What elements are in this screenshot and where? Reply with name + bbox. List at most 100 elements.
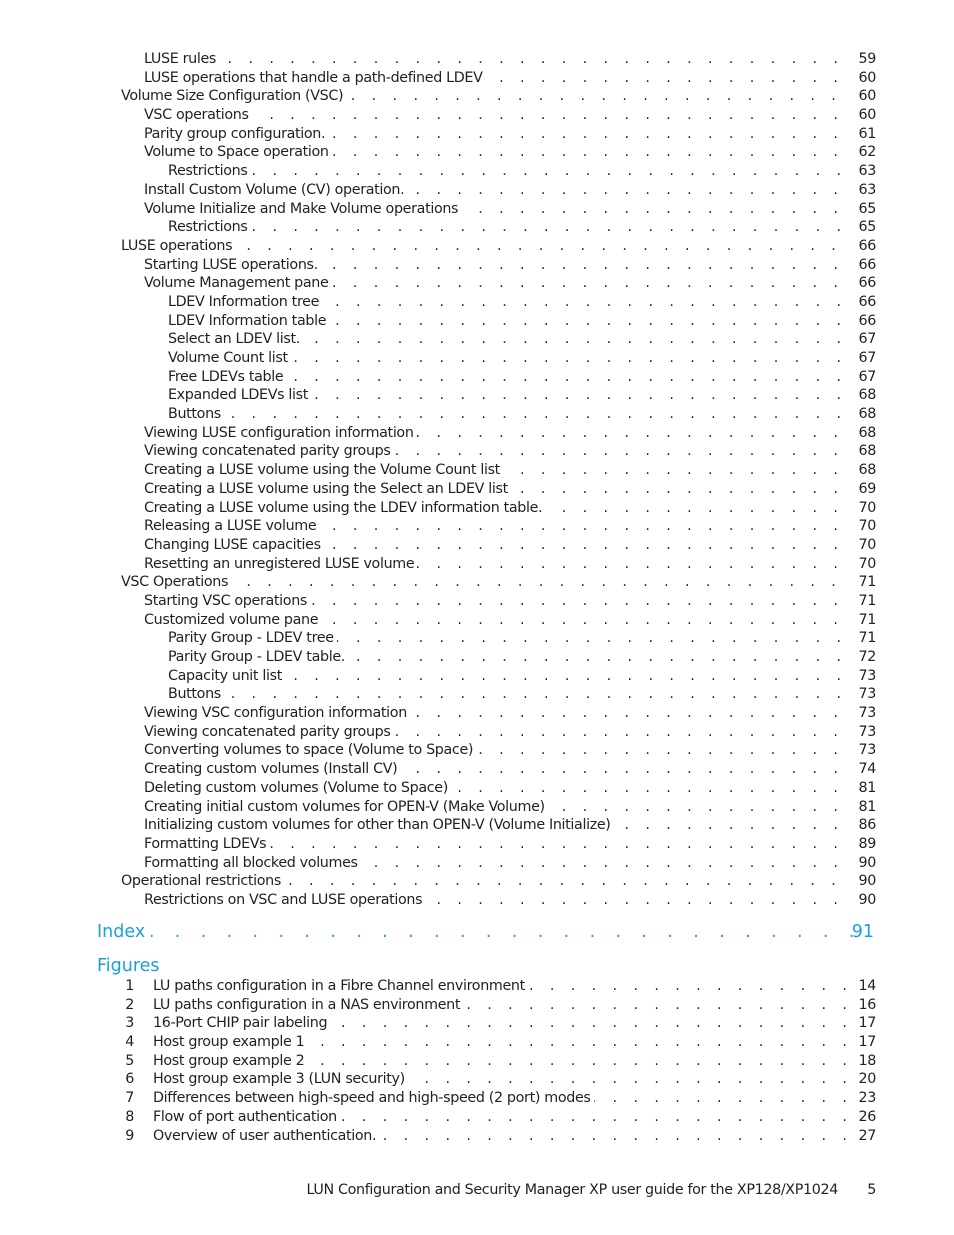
toc-entry-leader: Parity group configuration.. . . . . . .… bbox=[144, 124, 847, 144]
toc-entry-title: Parity Group - LDEV tree bbox=[168, 629, 337, 649]
toc-entry[interactable]: Restrictions. . . . . . . . . . . . . . … bbox=[0, 218, 954, 237]
toc-entry-page-number: 63 bbox=[858, 181, 877, 198]
figure-page-number: 16 bbox=[858, 996, 877, 1013]
toc-entry-leader: Viewing LUSE configuration information. … bbox=[144, 423, 847, 443]
toc-entry-title: Restrictions bbox=[168, 218, 251, 237]
toc-entry[interactable]: Restrictions on VSC and LUSE operations.… bbox=[0, 890, 954, 910]
toc-entry[interactable]: Viewing concatenated parity groups. . . … bbox=[0, 722, 954, 742]
toc-entry[interactable]: LUSE operations that handle a path-defin… bbox=[0, 68, 954, 88]
toc-entry[interactable]: Volume Initialize and Make Volume operat… bbox=[0, 199, 954, 219]
toc-entry[interactable]: LDEV Information tree. . . . . . . . . .… bbox=[0, 292, 954, 312]
toc-entry-page-number: 66 bbox=[858, 256, 877, 273]
toc-entry-title: Volume Count list bbox=[168, 349, 291, 368]
toc-entry[interactable]: Deleting custom volumes (Volume to Space… bbox=[0, 778, 954, 798]
figure-title: Host group example 3 (LUN security) bbox=[153, 1070, 408, 1090]
figures-list: 1 LU paths configuration in a Fibre Chann… bbox=[0, 977, 954, 1146]
toc-entry[interactable]: Volume Count list. . . . . . . . . . . .… bbox=[0, 349, 954, 368]
figure-entry[interactable]: 6 Host group example 3 (LUN security). . … bbox=[0, 1070, 954, 1090]
toc-entry-leader: Converting volumes to space (Volume to S… bbox=[144, 741, 847, 761]
toc-entry[interactable]: LUSE rules. . . . . . . . . . . . . . . … bbox=[0, 50, 954, 69]
toc-entry[interactable]: Restrictions. . . . . . . . . . . . . . … bbox=[0, 162, 954, 181]
toc-entry-leader: Deleting custom volumes (Volume to Space… bbox=[144, 778, 847, 798]
toc-entry[interactable]: Buttons. . . . . . . . . . . . . . . . .… bbox=[0, 685, 954, 705]
toc-entry-page-number: 90 bbox=[858, 891, 877, 908]
figure-entry[interactable]: 8 Flow of port authentication. . . . . . … bbox=[0, 1107, 954, 1127]
toc-entry-page-number: 70 bbox=[858, 499, 877, 516]
figure-entry[interactable]: 5 Host group example 2. . . . . . . . . .… bbox=[0, 1051, 954, 1071]
toc-entry[interactable]: Formatting LDEVs. . . . . . . . . . . . … bbox=[0, 834, 954, 854]
toc-entry-page-number: 69 bbox=[858, 480, 877, 497]
figure-entry[interactable]: 2 LU paths configuration in a NAS environ… bbox=[0, 995, 954, 1015]
figure-number: 2 bbox=[125, 996, 134, 1013]
figure-number: 8 bbox=[125, 1108, 134, 1125]
toc-entry[interactable]: Creating a LUSE volume using the Volume … bbox=[0, 461, 954, 480]
figure-entry[interactable]: 3 16-Port CHIP pair labeling. . . . . . .… bbox=[0, 1014, 954, 1034]
dot-leader: . . . . . . . . . . . . . . . . . . . . … bbox=[144, 51, 847, 67]
toc-entry-page-number: 90 bbox=[858, 873, 877, 890]
toc-entry-page-number: 71 bbox=[858, 611, 877, 628]
toc-entry[interactable]: LUSE operations. . . . . . . . . . . . .… bbox=[0, 236, 954, 256]
toc-entry[interactable]: Changing LUSE capacities. . . . . . . . … bbox=[0, 535, 954, 555]
figure-entry[interactable]: 9 Overview of user authentication.. . . .… bbox=[0, 1126, 954, 1146]
toc-entry[interactable]: Customized volume pane. . . . . . . . . … bbox=[0, 610, 954, 630]
toc-entry[interactable]: Operational restrictions. . . . . . . . … bbox=[0, 872, 954, 891]
toc-entry[interactable]: Converting volumes to space (Volume to S… bbox=[0, 741, 954, 761]
toc-entry[interactable]: Expanded LDEVs list. . . . . . . . . . .… bbox=[0, 386, 954, 406]
toc-entry-leader: Formatting all blocked volumes. . . . . … bbox=[144, 853, 847, 873]
toc-entry[interactable]: Initializing custom volumes for other th… bbox=[0, 816, 954, 835]
toc-entry[interactable]: VSC operations. . . . . . . . . . . . . … bbox=[0, 106, 954, 125]
toc-entry-title: Initializing custom volumes for other th… bbox=[144, 816, 614, 835]
toc-entry[interactable]: Select an LDEV list.. . . . . . . . . . … bbox=[0, 330, 954, 350]
toc-entry[interactable]: Starting LUSE operations.. . . . . . . .… bbox=[0, 255, 954, 275]
figure-page-number: 26 bbox=[858, 1108, 877, 1125]
toc-entry-title: Starting VSC operations bbox=[144, 591, 311, 611]
toc-entry[interactable]: Parity Group - LDEV tree. . . . . . . . … bbox=[0, 629, 954, 649]
toc-entry[interactable]: Creating custom volumes (Install CV). . … bbox=[0, 760, 954, 779]
figure-title: LU paths configuration in a NAS environm… bbox=[153, 995, 464, 1015]
toc-entry[interactable]: Parity Group - LDEV table.. . . . . . . … bbox=[0, 648, 954, 667]
toc-entry[interactable]: Parity group configuration.. . . . . . .… bbox=[0, 124, 954, 144]
toc-entry-title: Restrictions on VSC and LUSE operations bbox=[144, 890, 426, 910]
toc-entry-leader: Viewing VSC configuration information. .… bbox=[144, 704, 847, 723]
figure-entry[interactable]: 7 Differences between high-speed and high… bbox=[0, 1089, 954, 1108]
toc-entry-leader: LUSE rules. . . . . . . . . . . . . . . … bbox=[144, 50, 847, 69]
toc-entry[interactable]: Creating a LUSE volume using the LDEV in… bbox=[0, 498, 954, 518]
toc-entry[interactable]: Capacity unit list. . . . . . . . . . . … bbox=[0, 666, 954, 686]
figure-entry[interactable]: 4 Host group example 1. . . . . . . . . .… bbox=[0, 1033, 954, 1052]
toc-entry-title: Customized volume pane bbox=[144, 610, 322, 630]
figure-entry[interactable]: 1 LU paths configuration in a Fibre Chann… bbox=[0, 977, 954, 996]
toc-entry[interactable]: VSC Operations. . . . . . . . . . . . . … bbox=[0, 573, 954, 592]
toc-entry-page-number: 66 bbox=[858, 275, 877, 292]
toc-entry-leader: Creating initial custom volumes for OPEN… bbox=[144, 797, 847, 817]
toc-entry[interactable]: Starting VSC operations. . . . . . . . .… bbox=[0, 591, 954, 611]
toc-entry[interactable]: LDEV Information table. . . . . . . . . … bbox=[0, 311, 954, 331]
toc-entry-title: Buttons bbox=[168, 685, 224, 705]
toc-entry[interactable]: Creating a LUSE volume using the Select … bbox=[0, 479, 954, 499]
toc-entry-page-number: 63 bbox=[858, 163, 877, 180]
toc-entry-leader: Restrictions on VSC and LUSE operations.… bbox=[144, 890, 847, 910]
toc-entry-title: Viewing concatenated parity groups bbox=[144, 722, 394, 742]
toc-entry-leader: Restrictions. . . . . . . . . . . . . . … bbox=[168, 162, 847, 181]
toc-entry[interactable]: Volume Management pane. . . . . . . . . … bbox=[0, 274, 954, 293]
toc-entry[interactable]: Volume to Space operation. . . . . . . .… bbox=[0, 143, 954, 163]
toc-entry[interactable]: Releasing a LUSE volume. . . . . . . . .… bbox=[0, 517, 954, 536]
figure-number: 6 bbox=[125, 1071, 134, 1088]
toc-entry-index[interactable]: Index . . . . . . . . . . . . . . . . . … bbox=[0, 920, 954, 944]
dot-leader: . . . . . . . . . . . . . . . . . . . . … bbox=[168, 686, 847, 703]
toc-entry[interactable]: Viewing VSC configuration information. .… bbox=[0, 704, 954, 723]
toc-entry[interactable]: Resetting an unregistered LUSE volume. .… bbox=[0, 554, 954, 574]
toc-entry-page-number: 65 bbox=[858, 200, 877, 217]
toc-entry[interactable]: Free LDEVs table. . . . . . . . . . . . … bbox=[0, 367, 954, 387]
toc-entry[interactable]: Install Custom Volume (CV) operation.. .… bbox=[0, 180, 954, 200]
figure-entry-leader: LU paths configuration in a NAS environm… bbox=[153, 995, 847, 1015]
toc-entry-title: LUSE operations that handle a path-defin… bbox=[144, 68, 486, 88]
figure-title: Host group example 2 bbox=[153, 1051, 308, 1071]
toc-entry[interactable]: Buttons. . . . . . . . . . . . . . . . .… bbox=[0, 405, 954, 424]
toc-entry[interactable]: Viewing LUSE configuration information. … bbox=[0, 423, 954, 443]
toc-entry-page-number: 67 bbox=[858, 350, 877, 366]
toc-entry[interactable]: Formatting all blocked volumes. . . . . … bbox=[0, 853, 954, 873]
toc-entry[interactable]: Creating initial custom volumes for OPEN… bbox=[0, 797, 954, 817]
toc-entry[interactable]: Volume Size Configuration (VSC). . . . .… bbox=[0, 87, 954, 107]
toc-entry-page-number: 68 bbox=[858, 462, 877, 479]
toc-entry[interactable]: Viewing concatenated parity groups. . . … bbox=[0, 442, 954, 462]
